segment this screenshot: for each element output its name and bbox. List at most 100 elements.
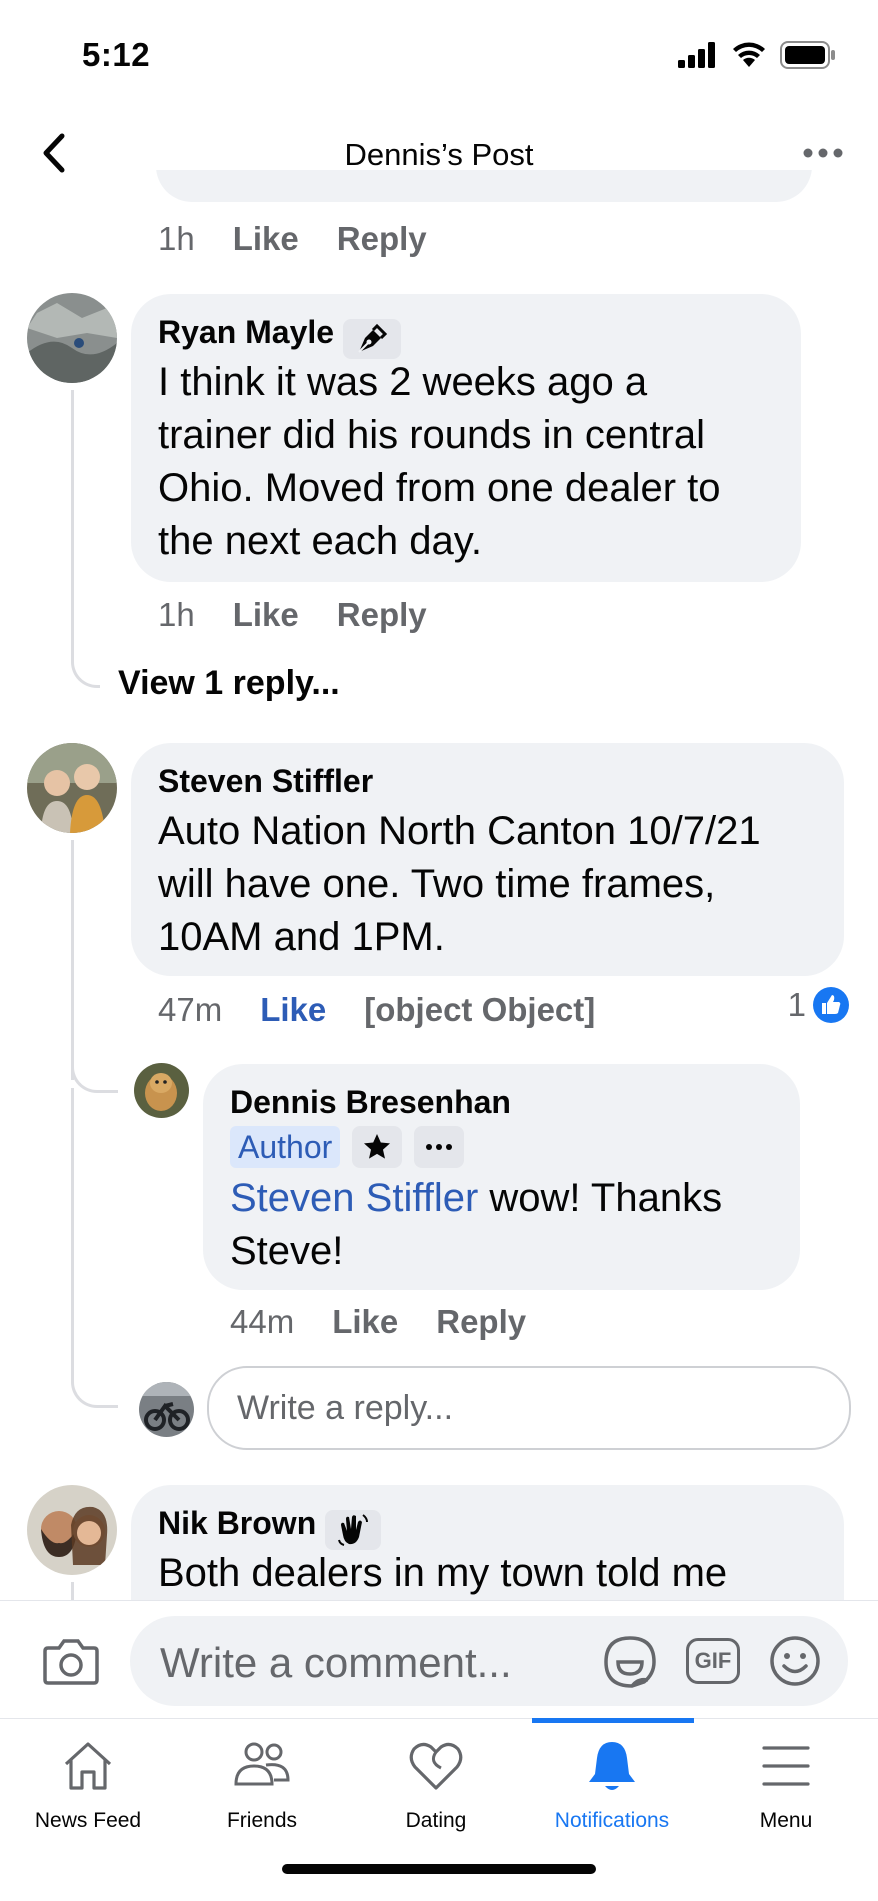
thread-line (71, 840, 74, 1080)
comment-text-line: will have one. Two time frames, (158, 862, 716, 906)
comment-meta: 1h Like Reply (158, 596, 465, 634)
tab-menu[interactable]: Menu (698, 1738, 874, 1833)
previous-comment-meta: 1h Like Reply (158, 220, 465, 258)
comment-time: 1h (158, 220, 195, 257)
status-time: 5:12 (82, 36, 151, 73)
reply-button[interactable]: Reply (337, 220, 427, 258)
thread-connector (71, 1360, 118, 1408)
author-badge: Author (230, 1126, 341, 1168)
comment-text-line: Ohio. Moved from one dealer to (158, 466, 721, 510)
comment-text-line: the next each day. (158, 519, 482, 563)
wifi-icon (733, 42, 765, 67)
comment-meta: 47m Like [object Object] (158, 991, 633, 1029)
menu-icon (762, 1746, 810, 1786)
waving-hand-icon (337, 1513, 368, 1546)
home-indicator (282, 1864, 596, 1874)
comment-input-container[interactable] (130, 1616, 848, 1706)
avatar[interactable] (27, 1485, 117, 1575)
home-icon (64, 1742, 112, 1790)
badge-container (342, 318, 401, 359)
comment-author[interactable]: Steven Stiffler (158, 761, 373, 801)
comment-bubble: Steven Stiffler Auto Nation North Canton… (131, 743, 844, 976)
avatar-photo (27, 743, 117, 833)
badge-container[interactable] (414, 1126, 465, 1168)
more-horizontal-icon (426, 1144, 453, 1150)
emoji-icon (770, 1636, 820, 1686)
comment-author[interactable]: Ryan Mayle (158, 314, 334, 350)
tab-notifications[interactable]: Notifications (524, 1738, 700, 1833)
sticker-button[interactable] (602, 1634, 658, 1695)
page-title: Dennis’s Post (344, 137, 534, 172)
view-replies-link[interactable]: View 1 reply... (118, 664, 340, 703)
camera-button[interactable] (42, 1636, 100, 1691)
thread-line (71, 390, 74, 650)
reply-text: wow! Thanks (478, 1176, 723, 1220)
avatar-photo (27, 293, 117, 383)
comment-text-line: I think it was 2 weeks ago a (158, 360, 648, 404)
like-button[interactable]: Like (233, 220, 299, 258)
reply-button[interactable]: [object Object] (364, 991, 595, 1029)
heart-icon (409, 1742, 463, 1790)
reaction-count: 1 (787, 986, 806, 1023)
like-button[interactable]: Like (233, 596, 299, 634)
friends-icon (234, 1742, 290, 1786)
avatar-photo (134, 1063, 189, 1118)
tab-label: Friends (226, 1809, 298, 1832)
gif-label: GIF (694, 1648, 732, 1673)
star-icon (364, 1134, 391, 1159)
reply-input-container[interactable] (207, 1366, 851, 1450)
tab-label: Notifications (554, 1809, 670, 1832)
reply-meta: 44m Like Reply (230, 1303, 564, 1341)
bell-icon (589, 1742, 635, 1790)
previous-comment-bubble-edge (156, 170, 812, 206)
tab-news-feed[interactable]: News Feed (0, 1738, 176, 1833)
pen-nib-icon (357, 323, 387, 353)
reply-button[interactable]: Reply (436, 1303, 526, 1341)
tab-label: Dating (405, 1809, 467, 1832)
avatar[interactable] (27, 743, 117, 833)
camera-icon (43, 1639, 99, 1685)
comment-text-line: trainer did his rounds in central (158, 413, 705, 457)
more-options-button[interactable] (802, 138, 844, 168)
comment-text-line: Auto Nation North Canton 10/7/21 (158, 809, 761, 853)
comment-time: 44m (230, 1303, 295, 1340)
badge-container (324, 1509, 381, 1550)
thread-line (71, 1088, 74, 1378)
reply-button[interactable]: Reply (337, 596, 427, 634)
active-tab-indicator (532, 1718, 694, 1723)
more-horizontal-icon (803, 148, 843, 158)
thread-line (71, 1582, 74, 1602)
comment-text-line: Both dealers in my town told me (158, 1551, 728, 1595)
thread-connector (71, 640, 100, 688)
tab-label: Menu (759, 1809, 813, 1832)
badge-container (352, 1126, 403, 1168)
tab-dating[interactable]: Dating (348, 1738, 524, 1833)
sticker-icon (604, 1636, 656, 1688)
comment-time: 47m (158, 991, 223, 1028)
comment-input[interactable] (158, 1638, 602, 1688)
reply-input[interactable] (235, 1388, 819, 1429)
comment-author[interactable]: Nik Brown (158, 1505, 316, 1541)
avatar-photo (139, 1382, 194, 1437)
tab-label: News Feed (34, 1809, 142, 1832)
like-button[interactable]: Like (260, 991, 326, 1029)
reaction-summary[interactable]: 1 (788, 986, 850, 1024)
comment-time: 1h (158, 596, 195, 633)
comment-text-line: 10AM and 1PM. (158, 915, 445, 959)
tab-friends[interactable]: Friends (174, 1738, 350, 1833)
status-icons (678, 38, 836, 72)
avatar-photo (27, 1485, 117, 1575)
reply-text-line: Steve! (230, 1229, 344, 1273)
reply-author[interactable]: Dennis Bresenhan (230, 1082, 511, 1122)
like-reaction-icon (813, 987, 849, 1023)
avatar[interactable] (27, 293, 117, 383)
avatar[interactable] (134, 1063, 189, 1118)
like-button[interactable]: Like (332, 1303, 398, 1341)
cellular-signal-icon (678, 42, 715, 68)
emoji-button[interactable] (768, 1634, 822, 1693)
mention-link[interactable]: Steven Stiffler (230, 1176, 478, 1220)
comment-bubble: Ryan Mayle I think it was 2 weeks ago a … (131, 294, 801, 582)
current-user-avatar (139, 1382, 194, 1437)
battery-icon (780, 41, 835, 69)
gif-button[interactable]: GIF (686, 1638, 740, 1684)
